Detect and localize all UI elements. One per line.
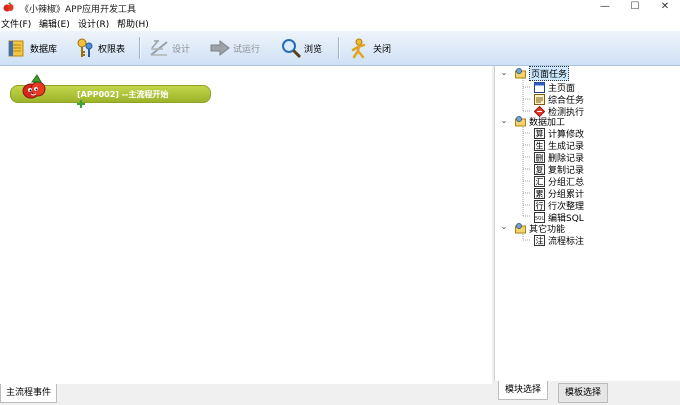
permission-table-button[interactable]: 权限表 xyxy=(74,34,125,62)
minimize-button[interactable]: — xyxy=(590,0,620,15)
calc-icon: 算 xyxy=(534,127,545,139)
group-3-collapse-toggle[interactable]: ⌄ xyxy=(500,222,508,231)
copy-icon: 复 xyxy=(534,163,545,175)
tree-group-label: 页面任务 xyxy=(529,65,570,81)
connection-handle-icon[interactable] xyxy=(77,100,85,108)
group-2-collapse-toggle[interactable]: ⌄ xyxy=(500,116,508,125)
design-button[interactable]: 设计 xyxy=(148,34,190,62)
tree-item-copy-record[interactable]: 复 复制记录 xyxy=(534,163,584,176)
tab-template-select[interactable]: 模板选择 xyxy=(558,383,609,403)
browse-label: 浏览 xyxy=(304,44,323,55)
chili-mascot-icon xyxy=(22,74,46,99)
menu-file[interactable]: 文件(F) xyxy=(1,17,31,30)
group-sum-icon: 汇 xyxy=(534,175,545,187)
trial-run-label: 试运行 xyxy=(233,44,261,55)
browse-button[interactable]: 浏览 xyxy=(280,34,322,62)
menu-design[interactable]: 设计(R) xyxy=(78,17,109,30)
title-bar: 《小辣椒》APP应用开发工具 — ☐ ✕ xyxy=(0,0,680,15)
chili-app-icon xyxy=(3,2,14,12)
svg-text:生: 生 xyxy=(536,140,544,150)
tree-item-main-page[interactable]: 主页面 xyxy=(534,81,575,94)
tree-item-group-summary[interactable]: 汇 分组汇总 xyxy=(534,175,584,188)
menu-edit[interactable]: 编辑(E) xyxy=(39,17,70,30)
folder-gear-icon xyxy=(515,115,526,126)
svg-text:删: 删 xyxy=(536,152,544,162)
design-label: 设计 xyxy=(172,44,191,55)
trial-run-button[interactable]: 试运行 xyxy=(209,34,260,62)
svg-text:汇: 汇 xyxy=(536,177,544,186)
svg-text:算: 算 xyxy=(536,128,544,138)
tree-group-page-tasks[interactable]: 页面任务 xyxy=(515,65,570,81)
arrow-right-icon xyxy=(210,39,230,57)
svg-text:SQL: SQL xyxy=(535,215,544,221)
group-1-collapse-toggle[interactable]: ⌄ xyxy=(500,68,508,77)
flow-canvas[interactable]: [APP002] --主流程开始 xyxy=(0,66,492,384)
close-window-button[interactable]: ✕ xyxy=(650,0,680,15)
svg-text:行: 行 xyxy=(536,200,544,210)
menu-bar: 文件(F) 编辑(E) 设计(R) 帮助(H) xyxy=(0,15,680,31)
delete-icon: 删 xyxy=(534,151,545,163)
tree-item-calc-modify[interactable]: 算 计算修改 xyxy=(534,127,584,140)
tree-item-delete-record[interactable]: 删 删除记录 xyxy=(534,151,584,164)
tree-item-generate-record[interactable]: 生 生成记录 xyxy=(534,139,584,152)
flow-node-label: [APP002] --主流程开始 xyxy=(77,90,169,99)
group-acc-icon: 累 xyxy=(534,187,545,199)
permission-table-label: 权限表 xyxy=(98,44,126,55)
bottom-tab-strip: 主流程事件 xyxy=(0,384,492,405)
close-person-icon xyxy=(351,38,366,59)
tree-item-composite-task[interactable]: 综合任务 xyxy=(534,93,584,106)
database-icon xyxy=(8,40,24,57)
module-tree-panel: ⌄ 页面任务 主页面 综合任务 检测执行 ⌄ 数据加工 算 计算修改 生 生成记… xyxy=(494,65,680,381)
toolbar: 数据库 权限表 设计 试运行 浏览 关闭 xyxy=(0,31,680,66)
svg-text:注: 注 xyxy=(536,235,544,245)
maximize-button[interactable]: ☐ xyxy=(620,0,650,15)
tree-item-flow-annotation[interactable]: 注 流程标注 xyxy=(534,234,585,247)
tab-main-flow-events[interactable]: 主流程事件 xyxy=(0,384,58,403)
database-button[interactable]: 数据库 xyxy=(6,34,57,62)
toolbar-separator xyxy=(139,37,141,59)
folder-gear-icon xyxy=(515,67,526,78)
tree-item-row-arrange[interactable]: 行 行次整理 xyxy=(534,199,584,212)
menu-help[interactable]: 帮助(H) xyxy=(117,17,149,30)
svg-text:复: 复 xyxy=(536,164,544,174)
svg-text:累: 累 xyxy=(536,189,544,198)
close-label: 关闭 xyxy=(373,44,392,55)
tree-group-data-processing[interactable]: 数据加工 xyxy=(515,115,565,128)
keys-icon xyxy=(77,38,93,57)
annotation-icon: 注 xyxy=(534,234,545,246)
tab-module-select[interactable]: 模块选择 xyxy=(498,381,549,400)
task-icon xyxy=(534,93,545,105)
database-label: 数据库 xyxy=(30,44,58,55)
close-button[interactable]: 关闭 xyxy=(349,34,391,62)
design-icon xyxy=(150,40,168,56)
magnifier-icon xyxy=(282,39,302,59)
tree-group-other-functions[interactable]: 其它功能 xyxy=(515,222,565,235)
toolbar-separator xyxy=(338,37,340,59)
window-title: 《小辣椒》APP应用开发工具 xyxy=(20,5,137,15)
tree-item-label: 流程标注 xyxy=(548,236,585,247)
folder-gear-icon xyxy=(515,222,526,233)
page-icon xyxy=(534,81,545,93)
right-tab-strip: 模块选择 模板选择 xyxy=(494,381,680,405)
generate-icon: 生 xyxy=(534,139,545,151)
tree-item-group-accumulate[interactable]: 累 分组累计 xyxy=(534,187,584,200)
rows-icon: 行 xyxy=(534,199,545,211)
